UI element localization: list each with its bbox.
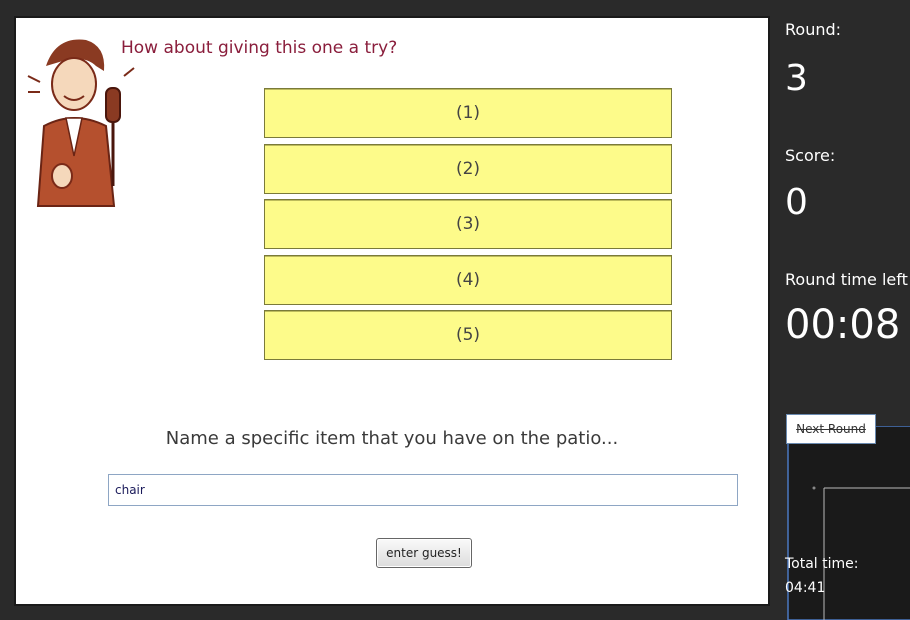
total-time-value: 04:41 (785, 580, 826, 596)
score-label: Score: (785, 146, 836, 165)
answer-slot-4: (4) (264, 255, 672, 305)
answer-slot-label: (1) (455, 103, 481, 123)
announcer-host-illustration (27, 39, 135, 207)
time-left-label: Round time left (785, 270, 908, 289)
answer-slot-label: (3) (455, 214, 481, 234)
answer-slot-1: (1) (264, 88, 672, 138)
round-value: 3 (785, 58, 808, 99)
prompt-text: How about giving this one a try? (121, 38, 398, 58)
guess-input[interactable] (108, 474, 738, 506)
round-label: Round: (785, 20, 842, 39)
answer-slot-2: (2) (264, 144, 672, 194)
answer-slot-5: (5) (264, 310, 672, 360)
score-value: 0 (785, 182, 808, 223)
answer-slot-3: (3) (264, 199, 672, 249)
next-round-button[interactable]: Next Round (786, 414, 876, 444)
answer-slot-label: (2) (455, 159, 481, 179)
answer-slot-label: (4) (455, 270, 481, 290)
time-left-value: 00:08 (785, 302, 901, 348)
total-time-label: Total time: (785, 556, 859, 572)
game-board: How about giving this one a try? (1) (2)… (14, 16, 770, 606)
enter-guess-button[interactable]: enter guess! (376, 538, 472, 568)
question-text: Name a specific item that you have on th… (165, 428, 619, 449)
score-sidebar: Round: 3 Score: 0 Round time left 00:08 … (780, 0, 910, 620)
answer-slot-label: (5) (455, 325, 481, 345)
